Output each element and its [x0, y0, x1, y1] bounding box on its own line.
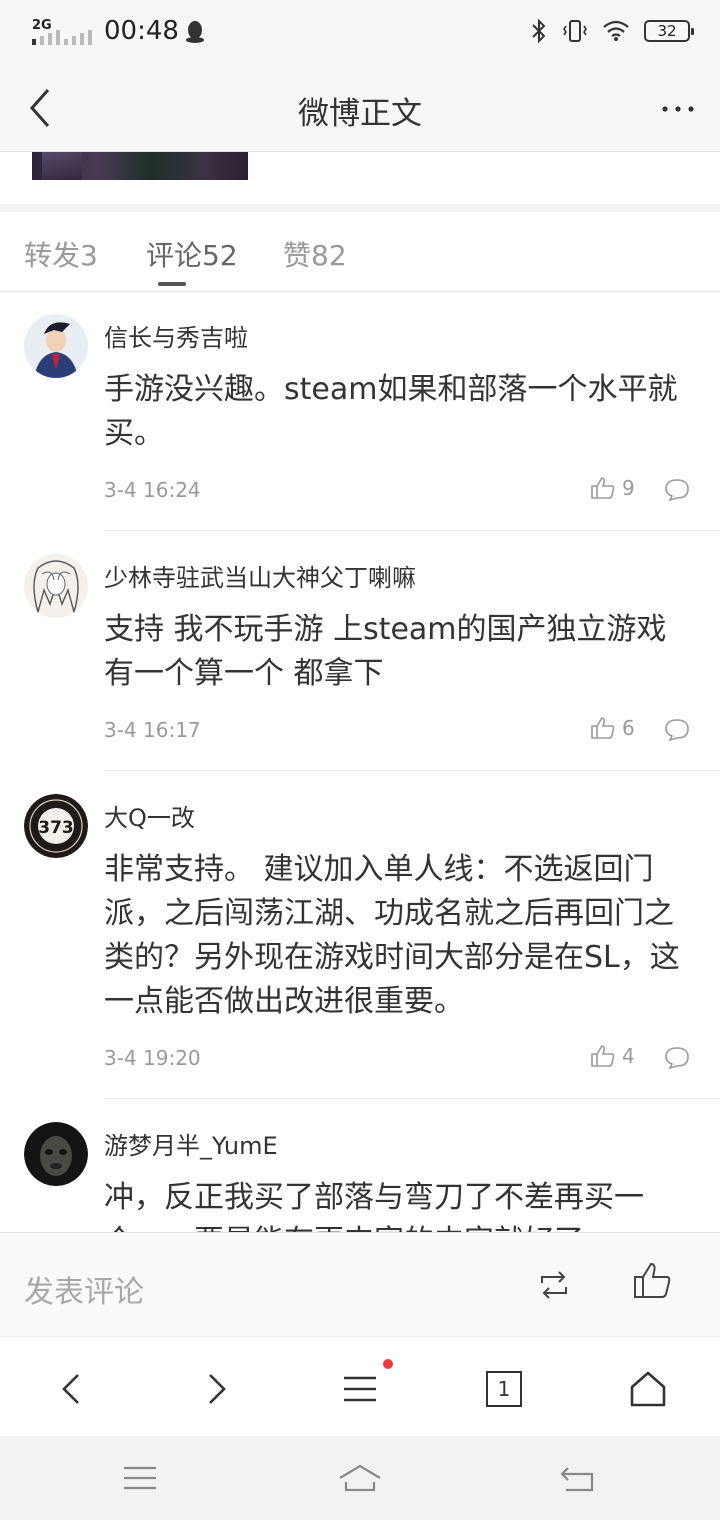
battery-level: 32	[657, 22, 677, 40]
reply-icon[interactable]	[664, 478, 690, 502]
section-divider	[0, 204, 720, 212]
nav-bar: 微博正文	[0, 64, 720, 152]
comment-time: 3-4 16:17	[104, 718, 201, 742]
separator	[104, 770, 720, 771]
post-content	[0, 152, 720, 204]
avatar[interactable]	[24, 314, 88, 378]
tab-reposts[interactable]: 转发3	[24, 234, 98, 274]
comment-author[interactable]: 游梦月半_YumE	[104, 1126, 278, 1161]
system-nav-bar	[0, 1436, 720, 1520]
tabs-button[interactable]: 1	[486, 1371, 522, 1407]
avatar[interactable]: 373	[24, 794, 88, 858]
separator	[104, 1098, 720, 1099]
status-bar: 2G 00:48 32	[0, 0, 720, 64]
thumbs-up-icon	[591, 1045, 615, 1067]
comment-text: 非常支持。 建议加入单人线：不选返回门派，之后闯荡江湖、功成名就之后再回门之类的…	[104, 852, 680, 1019]
avatar[interactable]	[24, 1122, 88, 1186]
tab-likes[interactable]: 赞82	[283, 234, 347, 274]
browser-forward-icon[interactable]	[196, 1369, 236, 1409]
browser-toolbar: 1	[0, 1336, 720, 1436]
signal-icon	[32, 30, 92, 45]
menu-icon[interactable]	[340, 1369, 380, 1409]
like-count: 4	[622, 1044, 635, 1068]
recent-apps-icon[interactable]	[120, 1462, 160, 1494]
comment-text: 手游没兴趣。steam如果和部落一个水平就买。	[104, 372, 678, 451]
thumbs-up-icon[interactable]	[632, 1261, 672, 1301]
reply-icon[interactable]	[664, 718, 690, 742]
repost-icon[interactable]	[536, 1267, 572, 1303]
active-tab-indicator	[158, 282, 186, 286]
post-image[interactable]	[32, 152, 248, 180]
like-button[interactable]: 6	[590, 716, 635, 740]
reply-icon[interactable]	[664, 1046, 690, 1070]
page-title: 微博正文	[298, 96, 422, 132]
wifi-icon	[603, 20, 629, 41]
qq-penguin-icon	[186, 21, 204, 43]
separator	[104, 530, 720, 531]
comment-text: 支持 我不玩手游 上steam的国产独立游戏有一个算一个 都拿下	[104, 612, 667, 691]
comment-author[interactable]: 大Q一改	[104, 798, 195, 833]
battery-icon: 32	[644, 20, 694, 42]
notification-dot	[383, 1359, 393, 1369]
avatar[interactable]	[24, 554, 88, 618]
vibrate-icon	[563, 20, 587, 42]
like-button[interactable]: 4	[590, 1044, 635, 1068]
home-icon[interactable]	[628, 1369, 668, 1409]
thumbs-up-icon	[591, 717, 615, 739]
like-count: 6	[622, 716, 635, 740]
back-key-icon[interactable]	[558, 1462, 598, 1494]
compose-bar: 发表评论	[0, 1232, 720, 1336]
comment-time: 3-4 19:20	[104, 1046, 201, 1070]
comment-input[interactable]: 发表评论	[24, 1267, 144, 1311]
more-icon[interactable]	[660, 94, 696, 124]
like-button[interactable]: 9	[590, 476, 635, 500]
comment-list: 信长与秀吉啦 手游没兴趣。steam如果和部落一个水平就买。 3-4 16:24…	[0, 292, 720, 1232]
comment-time: 3-4 16:24	[104, 478, 201, 502]
browser-back-icon[interactable]	[52, 1369, 92, 1409]
like-count: 9	[622, 476, 635, 500]
svg-text:373: 373	[38, 818, 74, 838]
bluetooth-icon	[532, 18, 546, 44]
comment-text: 冲，反正我买了部落与弯刀了不差再买一个……要是能有更丰富的内容就好了	[104, 1180, 644, 1232]
comment-author[interactable]: 少林寺驻武当山大神父丁喇嘛	[104, 558, 416, 593]
tab-comments[interactable]: 评论52	[146, 234, 238, 274]
comment-author[interactable]: 信长与秀吉啦	[104, 318, 248, 353]
clock: 00:48	[104, 16, 179, 46]
thumbs-up-icon	[591, 477, 615, 499]
comment-tabs: 转发3 评论52 赞82	[0, 212, 720, 292]
tab-count: 1	[497, 1377, 511, 1401]
home-key-icon[interactable]	[336, 1462, 384, 1494]
